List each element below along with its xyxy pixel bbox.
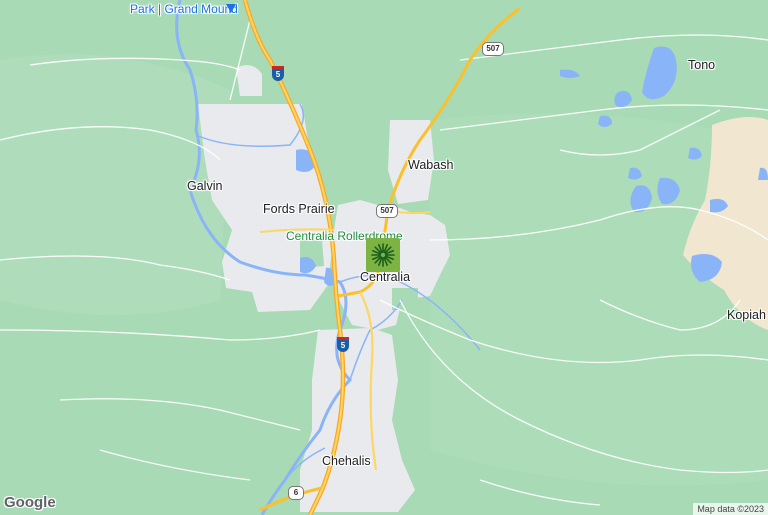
route-507-shield-north: 507 — [482, 42, 504, 56]
place-label-tono[interactable]: Tono — [688, 58, 715, 72]
pin-icon[interactable] — [226, 4, 236, 13]
place-label-chehalis[interactable]: Chehalis — [322, 454, 371, 468]
place-label-kopiah[interactable]: Kopiah — [727, 308, 766, 322]
map-canvas[interactable]: Park | Grand Mound 5 507 507 5 6 Tono Wa… — [0, 0, 768, 515]
place-label-galvin[interactable]: Galvin — [187, 179, 222, 193]
route-6-shield: 6 — [288, 486, 304, 500]
location-marker[interactable] — [366, 238, 400, 272]
place-label-wabash[interactable]: Wabash — [408, 158, 453, 172]
place-label-fords-prairie[interactable]: Fords Prairie — [263, 202, 335, 216]
interstate-5-shield-north: 5 — [272, 66, 284, 81]
place-label-centralia[interactable]: Centralia — [360, 270, 410, 284]
route-507-shield-center: 507 — [376, 204, 398, 218]
google-logo: Google — [4, 494, 56, 511]
sunburst-icon — [371, 243, 395, 267]
interstate-5-shield-south: 5 — [337, 337, 349, 352]
map-attribution[interactable]: Map data ©2023 — [693, 503, 768, 515]
place-label-grand-mound[interactable]: Park | Grand Mound — [130, 2, 238, 16]
